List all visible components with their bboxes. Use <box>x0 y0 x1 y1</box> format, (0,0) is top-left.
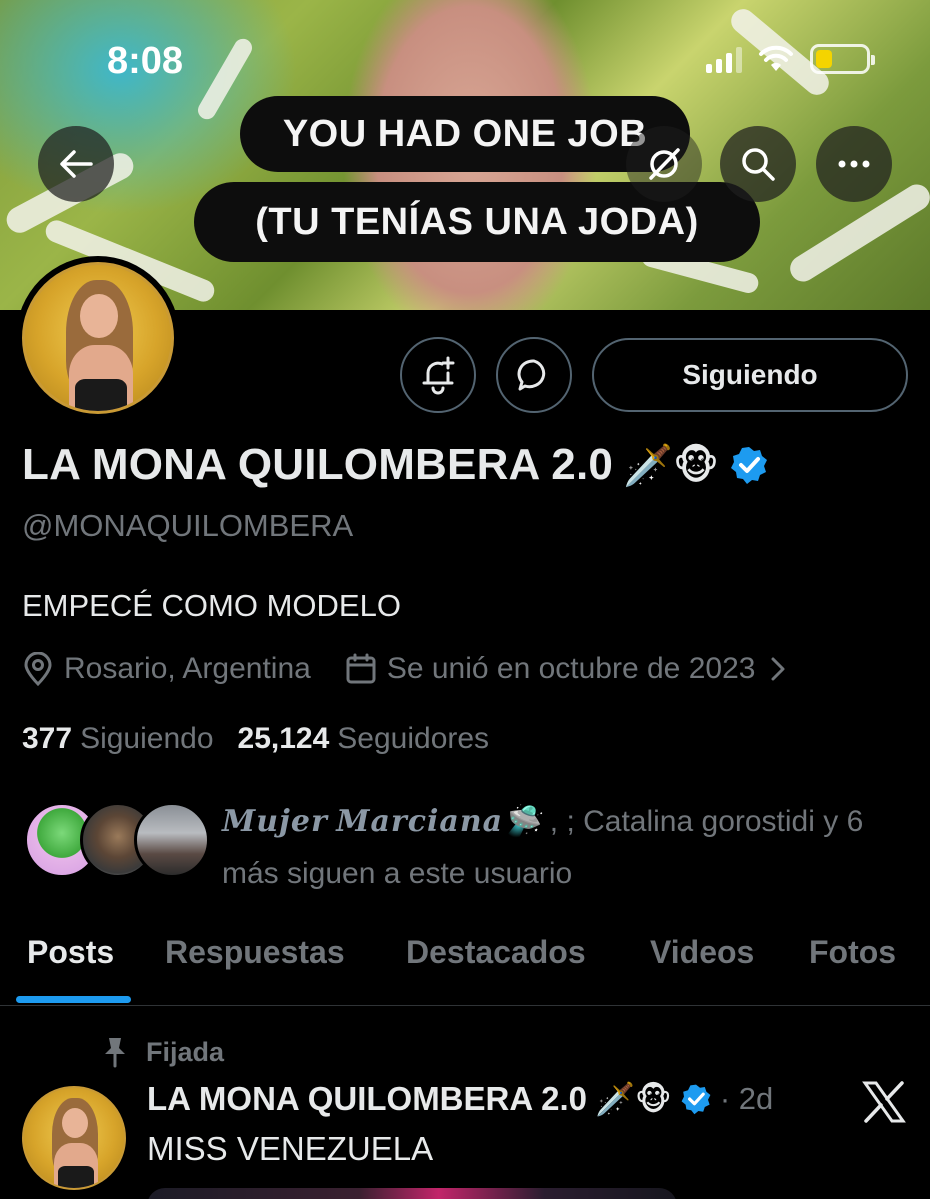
join-date-text: Se unió en octubre de 2023 <box>386 652 756 685</box>
profile-handle: @MONAQUILOMBERA <box>22 508 354 543</box>
profile-tabs: Posts Respuestas Destacados Videos Fotos <box>0 918 930 1006</box>
pinned-text: Fijada <box>146 1036 225 1067</box>
grok-icon <box>649 148 680 180</box>
following-count: 377 <box>22 722 73 755</box>
display-name: LA MONA QUILOMBERA 2.0 <box>22 440 614 489</box>
more-button[interactable] <box>816 126 892 202</box>
profile-avatar[interactable] <box>16 256 180 420</box>
profile-bio: EMPECÉ COMO MODELO <box>22 588 401 623</box>
status-icons <box>706 44 875 74</box>
post-author-name[interactable]: LA MONA QUILOMBERA 2.0 <box>147 1080 587 1118</box>
back-button[interactable] <box>38 126 114 202</box>
tab-replies[interactable]: Respuestas <box>165 934 345 971</box>
banner-caption-line1: YOU HAD ONE JOB <box>240 96 690 172</box>
post-text: MISS VENEZUELA <box>147 1130 434 1167</box>
signal-icon <box>706 45 742 73</box>
bell-plus-icon <box>422 356 455 395</box>
post-author-avatar[interactable] <box>22 1086 126 1190</box>
following-label: Siguiendo <box>80 722 214 755</box>
location-text: Rosario, Argentina <box>64 652 311 685</box>
verified-badge-icon <box>681 1084 711 1115</box>
grok-button[interactable] <box>626 126 702 202</box>
wifi-icon <box>759 45 793 71</box>
banner-pattern <box>194 35 256 123</box>
followers-count: 25,124 <box>237 722 330 755</box>
tab-photos[interactable]: Fotos <box>809 934 896 971</box>
join-date[interactable]: Se unió en octubre de 2023 <box>345 652 788 686</box>
search-button[interactable] <box>720 126 796 202</box>
followers-label: Seguidores <box>337 722 490 755</box>
notifications-button[interactable] <box>400 337 476 413</box>
verified-badge-icon[interactable] <box>729 445 769 485</box>
post-header: LA MONA QUILOMBERA 2.0 🗡️🐵 · 2d <box>147 1080 773 1118</box>
profile-meta: Rosario, Argentina Se unió en octubre de… <box>22 652 787 686</box>
search-icon <box>742 148 775 181</box>
tab-videos[interactable]: Videos <box>650 934 754 971</box>
message-button[interactable] <box>496 337 572 413</box>
chat-bubble-icon <box>517 359 546 391</box>
post-author-emojis: 🗡️🐵 <box>595 1080 672 1118</box>
tab-highlights[interactable]: Destacados <box>406 934 586 971</box>
more-icon <box>838 160 870 168</box>
following-count-link[interactable]: 377 Siguiendo <box>22 722 214 756</box>
follower-avatar <box>134 802 210 878</box>
active-tab-indicator <box>16 996 131 1003</box>
status-time: 8:08 <box>107 40 184 82</box>
location-pin-icon <box>24 652 52 686</box>
post-timestamp[interactable]: · 2d <box>720 1081 773 1117</box>
profile-name-row: LA MONA QUILOMBERA 2.0 🗡️🐵 <box>22 440 769 490</box>
post-media[interactable] <box>147 1188 677 1199</box>
name-emojis: 🗡️🐵 <box>623 442 720 489</box>
arrow-left-icon <box>60 150 93 178</box>
followed-by-text: 𝑴𝒖𝒋𝒆𝒓 𝑴𝒂𝒓𝒄𝒊𝒂𝒏𝒂🛸 , ; Catalina gorostidi y… <box>222 796 902 900</box>
pin-icon <box>105 1038 125 1068</box>
location: Rosario, Argentina <box>22 652 311 686</box>
follow-counts: 377 Siguiendo 25,124 Seguidores <box>22 722 489 756</box>
tab-posts[interactable]: Posts <box>27 934 114 971</box>
calendar-icon <box>346 653 376 684</box>
chevron-right-icon <box>771 657 785 681</box>
battery-icon <box>810 44 875 74</box>
pinned-label: Fijada <box>100 1036 224 1068</box>
followers-count-link[interactable]: 25,124 Seguidores <box>238 722 490 756</box>
x-logo-icon[interactable] <box>862 1080 906 1124</box>
following-button[interactable]: Siguiendo <box>592 338 908 412</box>
follower-name: 𝑴𝒖𝒋𝒆𝒓 𝑴𝒂𝒓𝒄𝒊𝒂𝒏𝒂🛸 <box>222 805 542 838</box>
